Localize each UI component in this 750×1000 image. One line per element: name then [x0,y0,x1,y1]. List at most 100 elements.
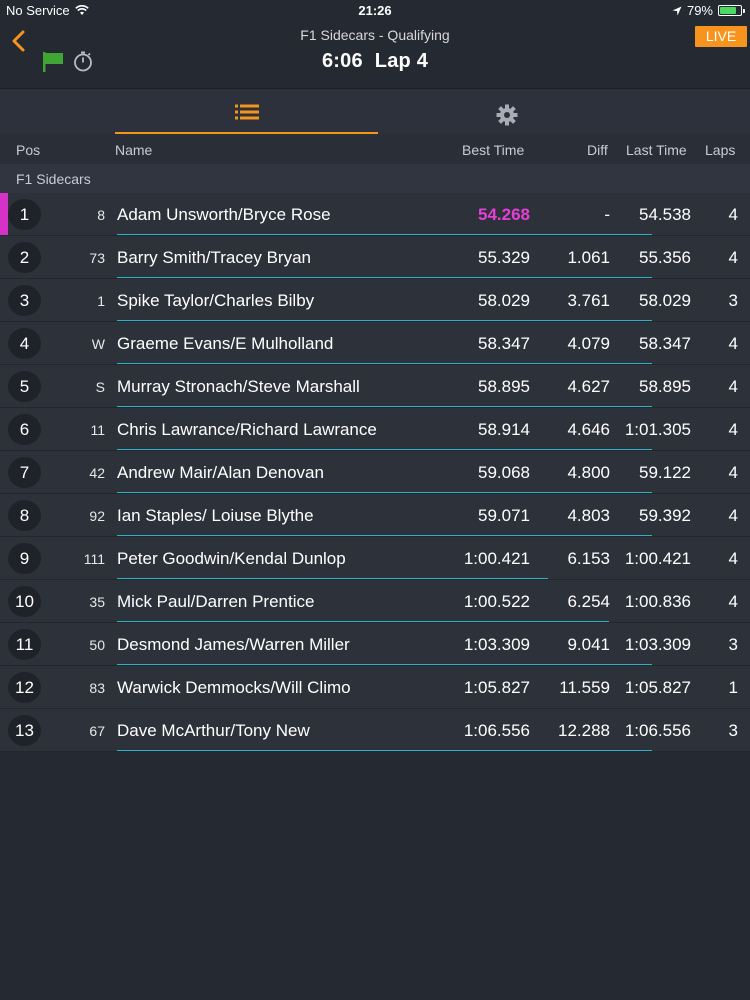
table-row[interactable]: 8 92 Ian Staples/ Loiuse Blythe 59.071 4.803… [0,494,750,537]
best-time: 1:06.556 [463,721,530,740]
competitor-name: Barry Smith/Tracey Bryan [117,248,311,267]
last-time: 1:05.827 [624,678,691,697]
table-row[interactable]: 6 11 Chris Lawrance/Richard Lawrance 58.914… [0,408,750,451]
competitor-name: Graeme Evans/E Mulholland [117,334,334,353]
competitor-name: Dave McArthur/Tony New [117,721,310,740]
lap-count: 4 [728,334,738,353]
last-time: 1:01.305 [624,420,691,439]
clock-time: 21:26 [358,3,392,18]
best-time: 55.329 [478,248,530,267]
position-badge: 11 [8,629,41,660]
race-number: 50 [89,637,105,653]
lap-progress-bar [117,449,653,450]
table-row[interactable]: 10 35 Mick Paul/Darren Prentice 1:00.522 6.2… [0,580,750,623]
table-row[interactable]: 7 42 Andrew Mair/Alan Denovan 59.068 4.800 59… [0,451,750,494]
session-header: F1 Sidecars - Qualifying 6:06 Lap 4 LIVE [0,20,750,88]
table-row[interactable]: 1 8 Adam Unsworth/Bryce Rose 54.268-54.538 4 [0,193,750,236]
tab-bar [0,88,750,134]
last-time: 1:06.556 [624,721,691,740]
status-right: 79% [672,3,745,18]
col-diff: Diff [587,142,608,158]
race-number: 73 [89,250,105,266]
lap-count: 3 [728,635,738,654]
best-time: 58.347 [478,334,530,353]
race-number: 8 [97,207,105,223]
tab-settings[interactable] [378,89,635,135]
col-name: Name [115,142,153,158]
lap-count: 4 [728,549,738,568]
position-badge: 4 [8,328,41,359]
best-time: 58.029 [478,291,530,310]
lap-progress-bar [117,277,653,278]
race-number: 111 [83,551,105,567]
lap-progress-bar [117,664,653,665]
position-badge: 6 [8,414,41,445]
table-row[interactable]: 3 1 Spike Taylor/Charles Bilby 58.029 3.761 5… [0,279,750,322]
lap-count: 4 [728,506,738,525]
session-title: F1 Sidecars - Qualifying [300,27,450,43]
position-badge: 3 [8,285,41,316]
race-number: 83 [89,680,105,696]
last-time: 54.538 [639,205,691,224]
last-time: 1:00.836 [624,592,691,611]
position-badge: 5 [8,371,41,402]
lap-count: 4 [728,420,738,439]
lap-count: 4 [728,463,738,482]
class-group-header: F1 Sidecars [0,164,750,193]
table-row[interactable]: 2 73 Barry Smith/Tracey Bryan 55.329 1.061 55… [0,236,750,279]
session-clock: 6:06 [321,50,363,72]
last-time: 59.122 [639,463,691,482]
race-number: W [91,336,105,352]
last-time: 58.347 [639,334,691,353]
list-icon [234,104,259,120]
table-row[interactable]: 12 83 Warwick Demmocks/Will Climo 1:05.827 1… [0,666,750,709]
position-badge: 9 [8,543,41,574]
best-time: 1:03.309 [463,635,530,654]
lap-progress-bar [117,621,609,622]
battery-icon [718,5,745,16]
best-time: 1:00.421 [463,549,530,568]
gear-icon [496,104,517,126]
last-time: 1:03.309 [624,635,691,654]
race-number: S [95,379,105,395]
best-time: 59.071 [478,506,530,525]
status-bar: No Service 21:26 79% [0,0,750,20]
lap-progress-bar [117,578,548,579]
lap-progress-bar [117,535,653,536]
table-row[interactable]: 13 67 Dave McArthur/Tony New 1:06.556 12.288… [0,709,750,752]
lap-count: 4 [728,377,738,396]
tab-results-list[interactable] [115,89,378,135]
table-row[interactable]: 11 50 Desmond James/Warren Miller 1:03.309 9… [0,623,750,666]
lap-counter: Lap 4 [374,50,429,72]
competitor-name: Andrew Mair/Alan Denovan [117,463,324,482]
live-button[interactable]: LIVE [695,26,747,47]
lap-count: 1 [728,678,738,697]
competitor-name: Desmond James/Warren Miller [117,635,350,654]
col-best-time: Best Time [462,142,525,158]
table-row[interactable]: 4 W Graeme Evans/E Mulholland 58.347 4.079 58… [0,322,750,365]
competitor-name: Mick Paul/Darren Prentice [117,592,315,611]
position-badge: 8 [8,500,41,531]
competitor-name: Chris Lawrance/Richard Lawrance [117,420,377,439]
position-badge: 10 [8,586,41,617]
race-number: 67 [89,723,105,739]
table-row[interactable]: 5 S Murray Stronach/Steve Marshall 58.895 4.… [0,365,750,408]
column-header-row: Pos Name Best Time Diff Last Time Laps [0,134,750,164]
battery-percent: 79% [686,3,713,18]
fastest-lap-marker [0,193,8,235]
col-pos: Pos [16,142,41,158]
best-time: 58.914 [478,420,530,439]
best-time: 1:05.827 [463,678,530,697]
last-time: 1:00.421 [624,549,691,568]
lap-progress-bar [117,234,653,235]
table-row[interactable]: 9 111 Peter Goodwin/Kendal Dunlop 1:00.421 6… [0,537,750,580]
session-status: 6:06 Lap 4 [0,50,750,73]
position-badge: 1 [8,199,41,230]
position-badge: 13 [8,715,41,746]
lap-count: 3 [728,291,738,310]
competitor-name: Adam Unsworth/Bryce Rose [117,205,331,224]
lap-count: 4 [728,592,738,611]
location-arrow-icon [672,6,682,15]
competitor-name: Spike Taylor/Charles Bilby [117,291,315,310]
competitor-name: Warwick Demmocks/Will Climo [117,678,351,697]
